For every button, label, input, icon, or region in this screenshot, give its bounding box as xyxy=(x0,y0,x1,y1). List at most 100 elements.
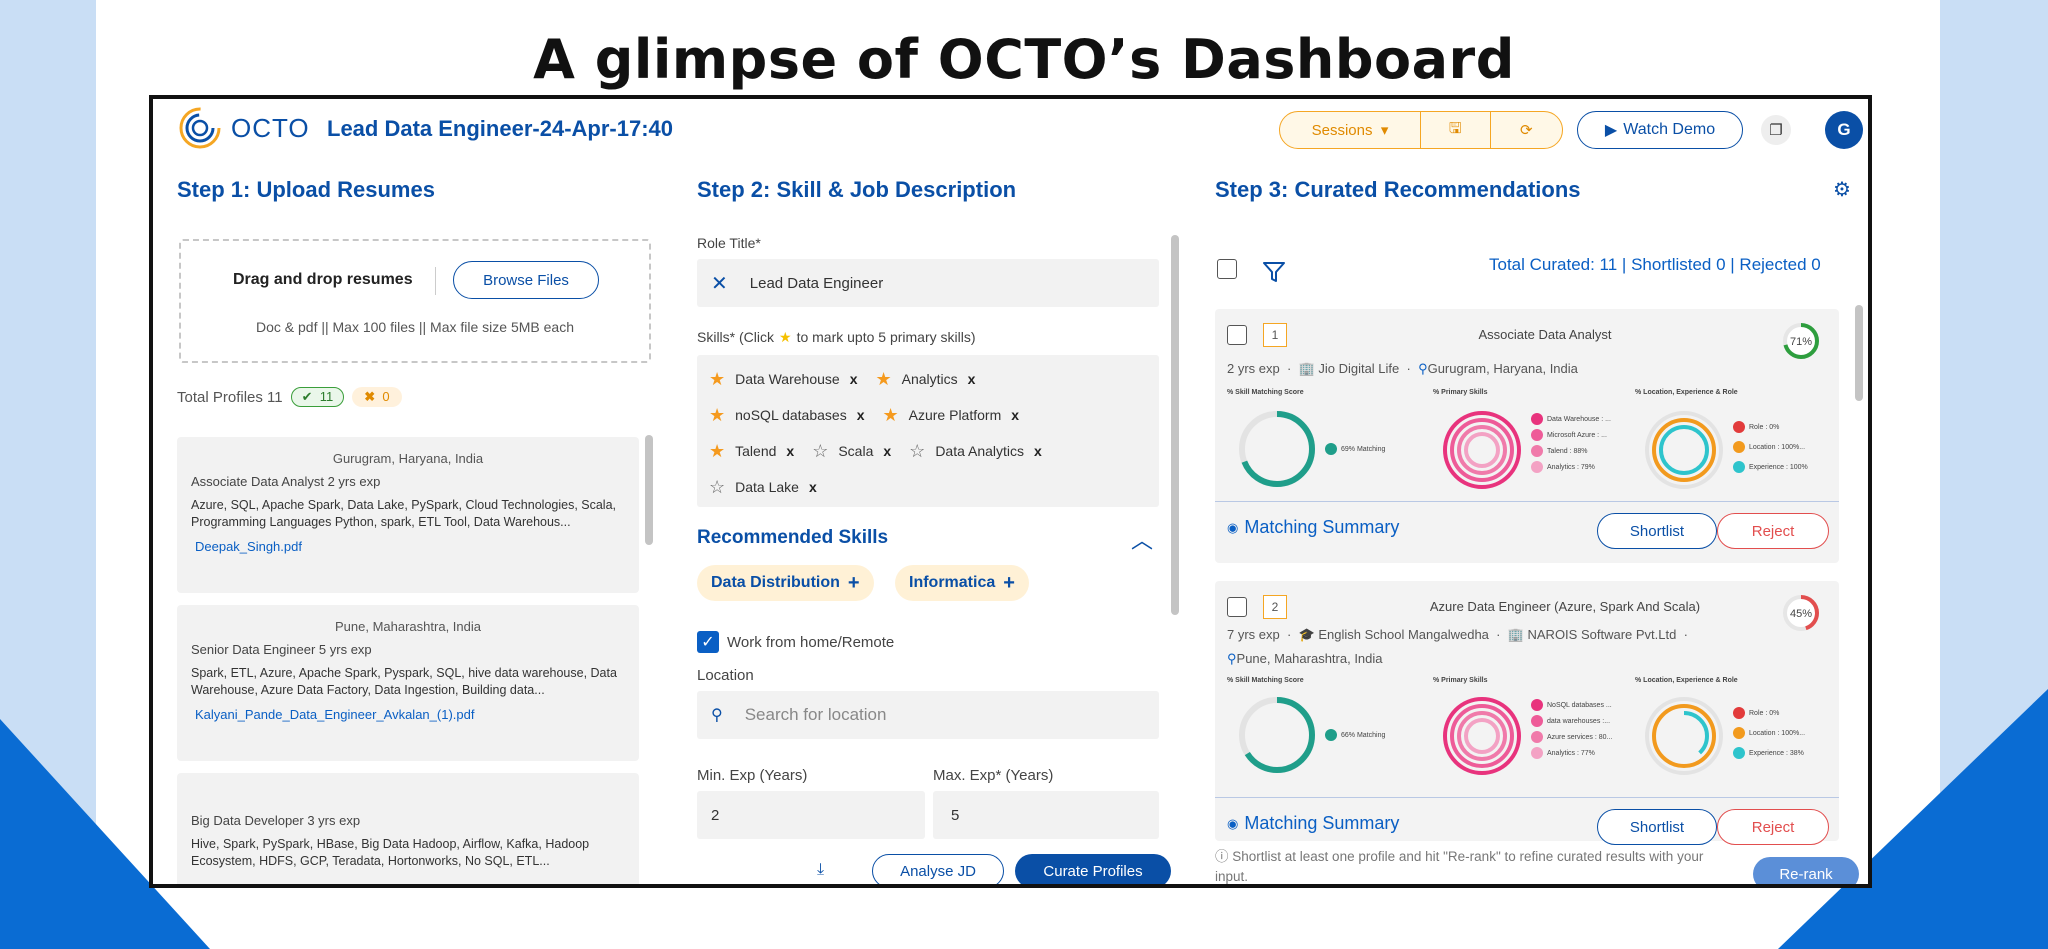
skill-match-legend: 69% Matching xyxy=(1325,443,1385,455)
location-rings xyxy=(1645,697,1723,775)
remove-skill-icon[interactable]: x xyxy=(786,443,794,459)
remove-skill-icon[interactable]: x xyxy=(883,443,891,459)
download-icon[interactable]: ⤓ xyxy=(817,861,824,879)
role-title-field[interactable]: ✕ Lead Data Engineer xyxy=(697,259,1159,307)
save-session-button[interactable]: 🖫 xyxy=(1421,112,1491,148)
curate-profiles-button[interactable]: Curate Profiles xyxy=(1015,854,1171,884)
rejected-count-badge[interactable]: ✖ 0 xyxy=(352,387,402,407)
skill-chip: Data Lake xyxy=(735,479,799,495)
chevron-up-icon[interactable]: ︿ xyxy=(1131,523,1153,555)
primary-legend-text: Analytics : 77% xyxy=(1547,749,1595,757)
recommended-skill-chip[interactable]: Informatica + xyxy=(895,565,1029,601)
divider xyxy=(435,267,436,295)
star-outline-icon[interactable]: ☆ xyxy=(709,477,725,498)
star-outline-icon[interactable]: ☆ xyxy=(909,441,925,462)
location-legend-item: Location : 100%... xyxy=(1733,441,1805,453)
card-checkbox[interactable] xyxy=(1227,597,1247,617)
remove-skill-icon[interactable]: x xyxy=(809,479,817,495)
primary-legend-text: Data Warehouse : ... xyxy=(1547,415,1611,423)
resume-drop-zone[interactable]: Drag and drop resumes Browse Files Doc &… xyxy=(179,239,651,363)
min-exp-input[interactable]: 2 xyxy=(697,791,925,839)
profile-card[interactable]: Big Data Developer 3 yrs exp Hive, Spark… xyxy=(177,773,639,884)
remove-skill-icon[interactable]: x xyxy=(1011,407,1019,423)
score-text: 45% xyxy=(1790,608,1812,620)
max-exp-value: 5 xyxy=(951,806,960,824)
primary-legend-text: Analytics : 79% xyxy=(1547,463,1595,471)
matching-summary-link[interactable]: ◉ Matching Summary xyxy=(1227,517,1399,538)
save-icon: 🖫 xyxy=(1448,119,1462,137)
step2-title: Step 2: Skill & Job Description xyxy=(697,177,1017,202)
profile-file-link[interactable]: Deepak_Singh.pdf xyxy=(191,539,625,554)
play-icon: ▶ xyxy=(1604,122,1618,139)
shortlist-button[interactable]: Shortlist xyxy=(1597,513,1717,549)
profile-skills: Hive, Spark, PySpark, HBase, Big Data Ha… xyxy=(191,837,590,868)
reject-button[interactable]: Reject xyxy=(1717,513,1829,549)
primary-legend-item: Analytics : 77% xyxy=(1531,747,1595,759)
accepted-count-badge[interactable]: ✔ 11 xyxy=(290,387,345,407)
role-title-value: Lead Data Engineer xyxy=(749,274,884,292)
recommendation-card[interactable]: 1 Associate Data Analyst 71% 2 yrs exp ·… xyxy=(1215,309,1839,563)
primary-legend-item: data warehouses :... xyxy=(1531,715,1610,727)
recommendations-scrollbar[interactable] xyxy=(1855,305,1863,401)
plus-icon: + xyxy=(847,571,860,594)
chat-icon[interactable]: ❐ xyxy=(1761,115,1791,145)
star-filled-icon[interactable]: ★ xyxy=(709,405,725,426)
location-legend-item: Experience : 38% xyxy=(1733,747,1804,759)
max-exp-input[interactable]: 5 xyxy=(933,791,1159,839)
filter-icon[interactable] xyxy=(1261,259,1287,285)
star-filled-icon[interactable]: ★ xyxy=(875,369,891,390)
card-exp: 7 yrs exp xyxy=(1227,627,1280,642)
skills-label-pre: Skills* (Click xyxy=(697,329,774,345)
profile-location: Gurugram, Haryana, India xyxy=(332,451,484,466)
primary-legend-item: Talend : 88% xyxy=(1531,445,1587,457)
analyse-jd-button[interactable]: Analyse JD xyxy=(872,854,1004,884)
recommendation-card[interactable]: 2 Azure Data Engineer (Azure, Spark And … xyxy=(1215,581,1839,845)
profile-file-link[interactable]: Kalyani_Pande_Data_Engineer_Avkalan_(1).… xyxy=(191,707,625,722)
watch-demo-button[interactable]: ▶ Watch Demo xyxy=(1577,111,1743,149)
wfh-checkbox[interactable]: ✓ xyxy=(697,631,719,653)
star-outline-icon[interactable]: ☆ xyxy=(812,441,828,462)
skill-match-text: 69% Matching xyxy=(1341,445,1386,453)
primary-skills-rings xyxy=(1443,411,1521,489)
remove-skill-icon[interactable]: x xyxy=(857,407,865,423)
profile-card[interactable]: Gurugram, Haryana, India Associate Data … xyxy=(177,437,639,593)
shortlist-button[interactable]: Shortlist xyxy=(1597,809,1717,845)
gear-icon[interactable]: ⚙ xyxy=(1833,177,1851,202)
matching-summary-link[interactable]: ◉ Matching Summary xyxy=(1227,813,1399,834)
remove-skill-icon[interactable]: x xyxy=(850,371,858,387)
star-filled-icon[interactable]: ★ xyxy=(709,441,725,462)
avatar[interactable]: G xyxy=(1825,111,1863,149)
location-exp-role-header: % Location, Experience & Role xyxy=(1635,389,1738,396)
primary-skills-rings xyxy=(1443,697,1521,775)
star-filled-icon[interactable]: ★ xyxy=(709,369,725,390)
skills-label: Skills* (Click ★ to mark upto 5 primary … xyxy=(697,329,976,346)
step2-scrollbar[interactable] xyxy=(1171,235,1179,615)
primary-skills-header: % Primary Skills xyxy=(1433,677,1488,684)
wfh-label: Work from home/Remote xyxy=(727,634,895,651)
remove-skill-icon[interactable]: x xyxy=(968,371,976,387)
sessions-dropdown[interactable]: Sessions ▾ xyxy=(1280,112,1421,148)
location-search-input[interactable]: ⚲ Search for location xyxy=(697,691,1159,739)
search-icon: ⚲ xyxy=(711,707,723,724)
clear-icon[interactable]: ✕ xyxy=(711,271,728,296)
step3-title: Step 3: Curated Recommendations xyxy=(1215,177,1581,202)
profile-role: Senior Data Engineer 5 yrs exp xyxy=(191,642,372,657)
primary-legend-text: Microsoft Azure : ... xyxy=(1547,431,1607,439)
card-checkbox[interactable] xyxy=(1227,325,1247,345)
card-location: Pune, Maharashtra, India xyxy=(1236,651,1383,666)
profile-card[interactable]: Pune, Maharashtra, India Senior Data Eng… xyxy=(177,605,639,761)
primary-legend-text: data warehouses :... xyxy=(1547,717,1611,725)
rerank-button[interactable]: Re-rank xyxy=(1753,857,1859,884)
reject-button[interactable]: Reject xyxy=(1717,809,1829,845)
recommended-skill-chip[interactable]: Data Distribution + xyxy=(697,565,874,601)
star-filled-icon[interactable]: ★ xyxy=(883,405,899,426)
check-icon: ✔ xyxy=(301,389,313,404)
browse-files-button[interactable]: Browse Files xyxy=(453,261,599,299)
recommended-skill-label: Data Distribution xyxy=(711,574,840,591)
remove-skill-icon[interactable]: x xyxy=(1034,443,1042,459)
select-all-checkbox[interactable] xyxy=(1217,259,1237,279)
refresh-button[interactable]: ⟳ xyxy=(1491,112,1562,148)
sessions-label: Sessions xyxy=(1311,121,1373,139)
profile-list-scrollbar[interactable] xyxy=(645,435,653,545)
sessions-toolbar: Sessions ▾ 🖫 ⟳ xyxy=(1279,111,1563,149)
